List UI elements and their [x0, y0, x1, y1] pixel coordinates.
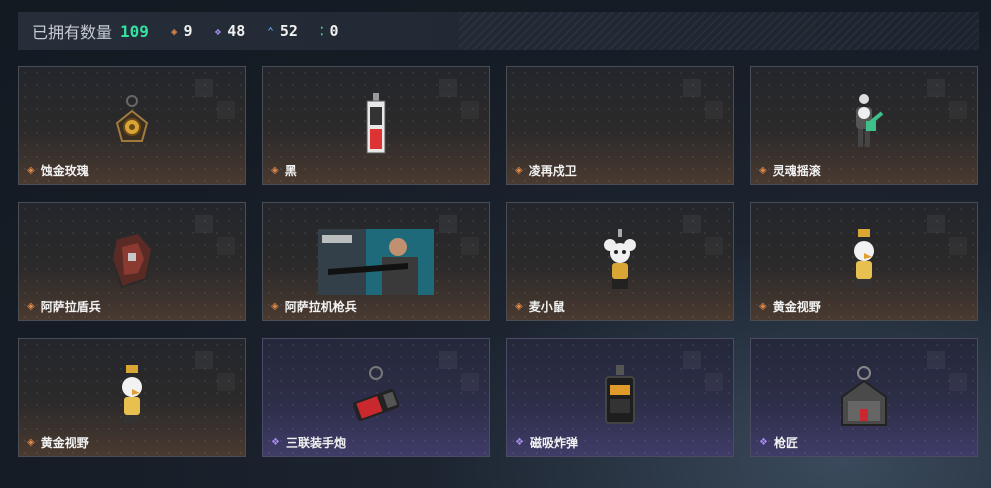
pendant-card[interactable]: ◈ 阿萨拉盾兵: [18, 202, 246, 321]
stat-green-value: 0: [329, 22, 339, 40]
card-decoration: [927, 351, 967, 391]
pendant-card[interactable]: ◈ 阿萨拉机枪兵: [262, 202, 490, 321]
rocker-pendant-icon: [856, 94, 884, 147]
orange-diamond-icon: ◈: [170, 24, 178, 38]
card-decoration: [439, 215, 479, 255]
pendant-name: ◈ 黑: [271, 162, 297, 179]
pendant-label: 黑: [284, 164, 297, 178]
card-decoration: [683, 351, 723, 391]
green-dots-icon: ⁚: [319, 24, 324, 38]
card-decoration: [927, 215, 967, 255]
pendant-label: 灵魂摇滚: [772, 164, 821, 178]
pendant-name: ◈ 阿萨拉盾兵: [27, 298, 101, 315]
orange-diamond-icon: ◈: [27, 301, 35, 312]
gunner-photo-pendant-icon: [318, 229, 434, 295]
pendant-card[interactable]: ❖ 磁吸炸弹: [506, 338, 734, 457]
inventory-summary-bar: 已拥有数量 109 ◈ 9 ❖ 48 ⌃ 52 ⁚ 0: [18, 12, 979, 50]
card-decoration: [195, 351, 235, 391]
blue-chevron-icon: ⌃: [267, 24, 274, 38]
orange-diamond-icon: ◈: [271, 301, 279, 312]
purple-diamond-icon: ❖: [515, 437, 524, 448]
card-decoration: [195, 215, 235, 255]
stat-orange-value: 9: [183, 22, 193, 40]
stat-orange: ◈ 9: [171, 22, 193, 40]
orange-diamond-icon: ◈: [515, 301, 523, 312]
owned-count: 109: [120, 21, 149, 41]
pendant-card[interactable]: ❖ 三联装手炮: [262, 338, 490, 457]
stat-purple: ❖ 48: [215, 22, 246, 40]
gunsmith-pendant-icon: [841, 366, 887, 426]
hand-cannon-pendant-icon: [352, 366, 400, 422]
pendant-card[interactable]: ◈ 黄金视野: [18, 338, 246, 457]
orange-diamond-icon: ◈: [759, 165, 767, 176]
pendant-card[interactable]: ◈ 灵魂摇滚: [750, 66, 978, 185]
magnetic-bomb-pendant-icon: [605, 365, 635, 424]
purple-diamond-icon: ❖: [271, 437, 280, 448]
pendant-card[interactable]: ◈ 蚀金玫瑰: [18, 66, 246, 185]
shield-soldier-pendant-icon: [110, 231, 154, 289]
pendant-name: ❖ 磁吸炸弹: [515, 434, 578, 451]
purple-diamond-icon: ❖: [759, 437, 768, 448]
card-decoration: [195, 79, 235, 119]
pendant-label: 麦小鼠: [528, 300, 565, 314]
pendant-label: 磁吸炸弹: [529, 436, 578, 450]
purple-diamond-icon: ❖: [214, 24, 222, 38]
stat-blue: ⌃ 52: [267, 22, 298, 40]
pendant-label: 黄金视野: [772, 300, 821, 314]
pendant-name: ◈ 蚀金玫瑰: [27, 162, 89, 179]
pendant-grid: ◈ 蚀金玫瑰 ◈ 黑 ◈ 凌再戍卫 ◈ 灵魂摇滚 ◈ 阿萨拉盾兵 ◈ 阿萨拉机枪…: [18, 66, 978, 457]
orange-diamond-icon: ◈: [27, 437, 35, 448]
pendant-card[interactable]: ◈ 凌再戍卫: [506, 66, 734, 185]
pendant-name: ❖ 三联装手炮: [271, 434, 346, 451]
pendant-name: ◈ 麦小鼠: [515, 298, 565, 315]
owned-label: 已拥有数量: [32, 23, 113, 42]
pendant-name: ◈ 黄金视野: [27, 434, 89, 451]
mouse-pendant-icon: [604, 229, 636, 289]
pendant-label: 黄金视野: [40, 436, 89, 450]
card-decoration: [683, 215, 723, 255]
card-decoration: [683, 79, 723, 119]
rose-pendant-icon: [115, 95, 149, 142]
orange-diamond-icon: ◈: [759, 301, 767, 312]
pendant-name: ❖ 枪匠: [759, 434, 798, 451]
stat-purple-value: 48: [227, 22, 246, 40]
orange-diamond-icon: ◈: [27, 165, 35, 176]
black-tag-pendant-icon: [366, 93, 386, 154]
orange-diamond-icon: ◈: [271, 165, 279, 176]
pendant-label: 阿萨拉机枪兵: [284, 300, 357, 314]
pendant-label: 凌再戍卫: [528, 164, 577, 178]
pendant-label: 蚀金玫瑰: [40, 164, 89, 178]
pendant-card[interactable]: ◈ 麦小鼠: [506, 202, 734, 321]
pendant-card[interactable]: ◈ 黄金视野: [750, 202, 978, 321]
card-decoration: [927, 79, 967, 119]
card-decoration: [439, 351, 479, 391]
pendant-card[interactable]: ❖ 枪匠: [750, 338, 978, 457]
hatch-decoration: [459, 12, 979, 50]
stat-blue-value: 52: [279, 22, 298, 40]
pendant-label: 三联装手炮: [285, 436, 346, 450]
card-decoration: [439, 79, 479, 119]
pendant-label: 阿萨拉盾兵: [40, 300, 101, 314]
golden-eagle-pendant-icon: [122, 365, 142, 423]
pendant-name: ◈ 阿萨拉机枪兵: [271, 298, 357, 315]
pendant-label: 枪匠: [773, 436, 798, 450]
stat-green: ⁚ 0: [320, 22, 339, 40]
pendant-card[interactable]: ◈ 黑: [262, 66, 490, 185]
pendant-name: ◈ 灵魂摇滚: [759, 162, 821, 179]
golden-eagle-pendant-icon: [854, 229, 874, 287]
pendant-name: ◈ 凌再戍卫: [515, 162, 577, 179]
orange-diamond-icon: ◈: [515, 165, 523, 176]
pendant-name: ◈ 黄金视野: [759, 298, 821, 315]
